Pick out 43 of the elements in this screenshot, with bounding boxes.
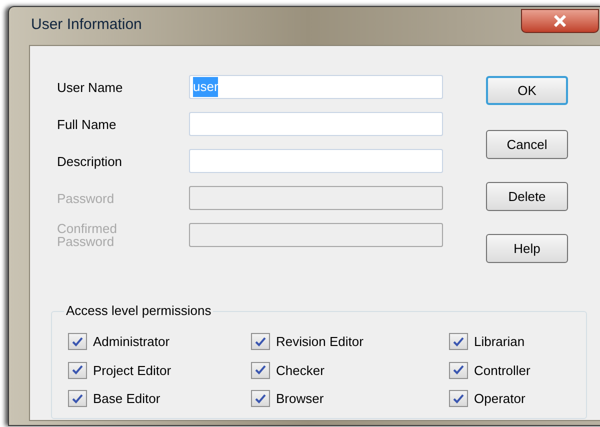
- check-icon: [255, 394, 266, 404]
- check-icon: [255, 365, 266, 376]
- checkbox[interactable]: [449, 390, 468, 408]
- checkbox-label: Administrator: [93, 333, 170, 351]
- close-icon: [553, 15, 567, 27]
- field-label: Full Name: [57, 118, 118, 130]
- checkbox-label: Revision Editor: [276, 333, 364, 351]
- checkbox[interactable]: [251, 390, 270, 408]
- field-value: user: [193, 77, 218, 97]
- field-label: Confirmed Password: [57, 222, 118, 248]
- check-icon: [453, 336, 464, 347]
- check-icon: [72, 394, 83, 404]
- field-label: Password: [57, 192, 116, 204]
- checkbox-label: Checker: [276, 362, 324, 380]
- checkbox[interactable]: [251, 333, 270, 350]
- checkbox-label: Browser: [276, 390, 324, 408]
- checkbox[interactable]: [251, 362, 270, 379]
- dialog-button[interactable]: Help: [486, 234, 568, 263]
- field-label: User Name: [57, 80, 124, 94]
- checkbox[interactable]: [68, 333, 87, 350]
- checkbox[interactable]: [449, 362, 468, 379]
- group-title: Access level permissions: [64, 303, 214, 318]
- checkbox[interactable]: [68, 390, 87, 408]
- text-field[interactable]: [189, 149, 443, 173]
- checkbox-label: Controller: [474, 362, 530, 380]
- checkbox-label: Operator: [474, 390, 526, 408]
- check-icon: [255, 336, 266, 347]
- check-icon: [72, 336, 83, 347]
- dialog-button[interactable]: Delete: [486, 182, 568, 211]
- checkbox[interactable]: [68, 362, 87, 379]
- check-icon: [453, 365, 464, 376]
- check-icon: [72, 365, 83, 376]
- checkbox-label: Base Editor: [93, 390, 160, 408]
- text-field[interactable]: [189, 112, 443, 136]
- dialog-button[interactable]: Cancel: [486, 130, 568, 159]
- check-icon: [453, 394, 464, 404]
- close-button[interactable]: [521, 9, 599, 33]
- checkbox[interactable]: [449, 333, 468, 350]
- field-label: Description: [57, 154, 124, 168]
- checkbox-label: Librarian: [474, 333, 525, 351]
- checkbox-label: Project Editor: [93, 362, 172, 380]
- window-title: User Information: [31, 14, 142, 35]
- dialog-button[interactable]: OK: [486, 76, 568, 105]
